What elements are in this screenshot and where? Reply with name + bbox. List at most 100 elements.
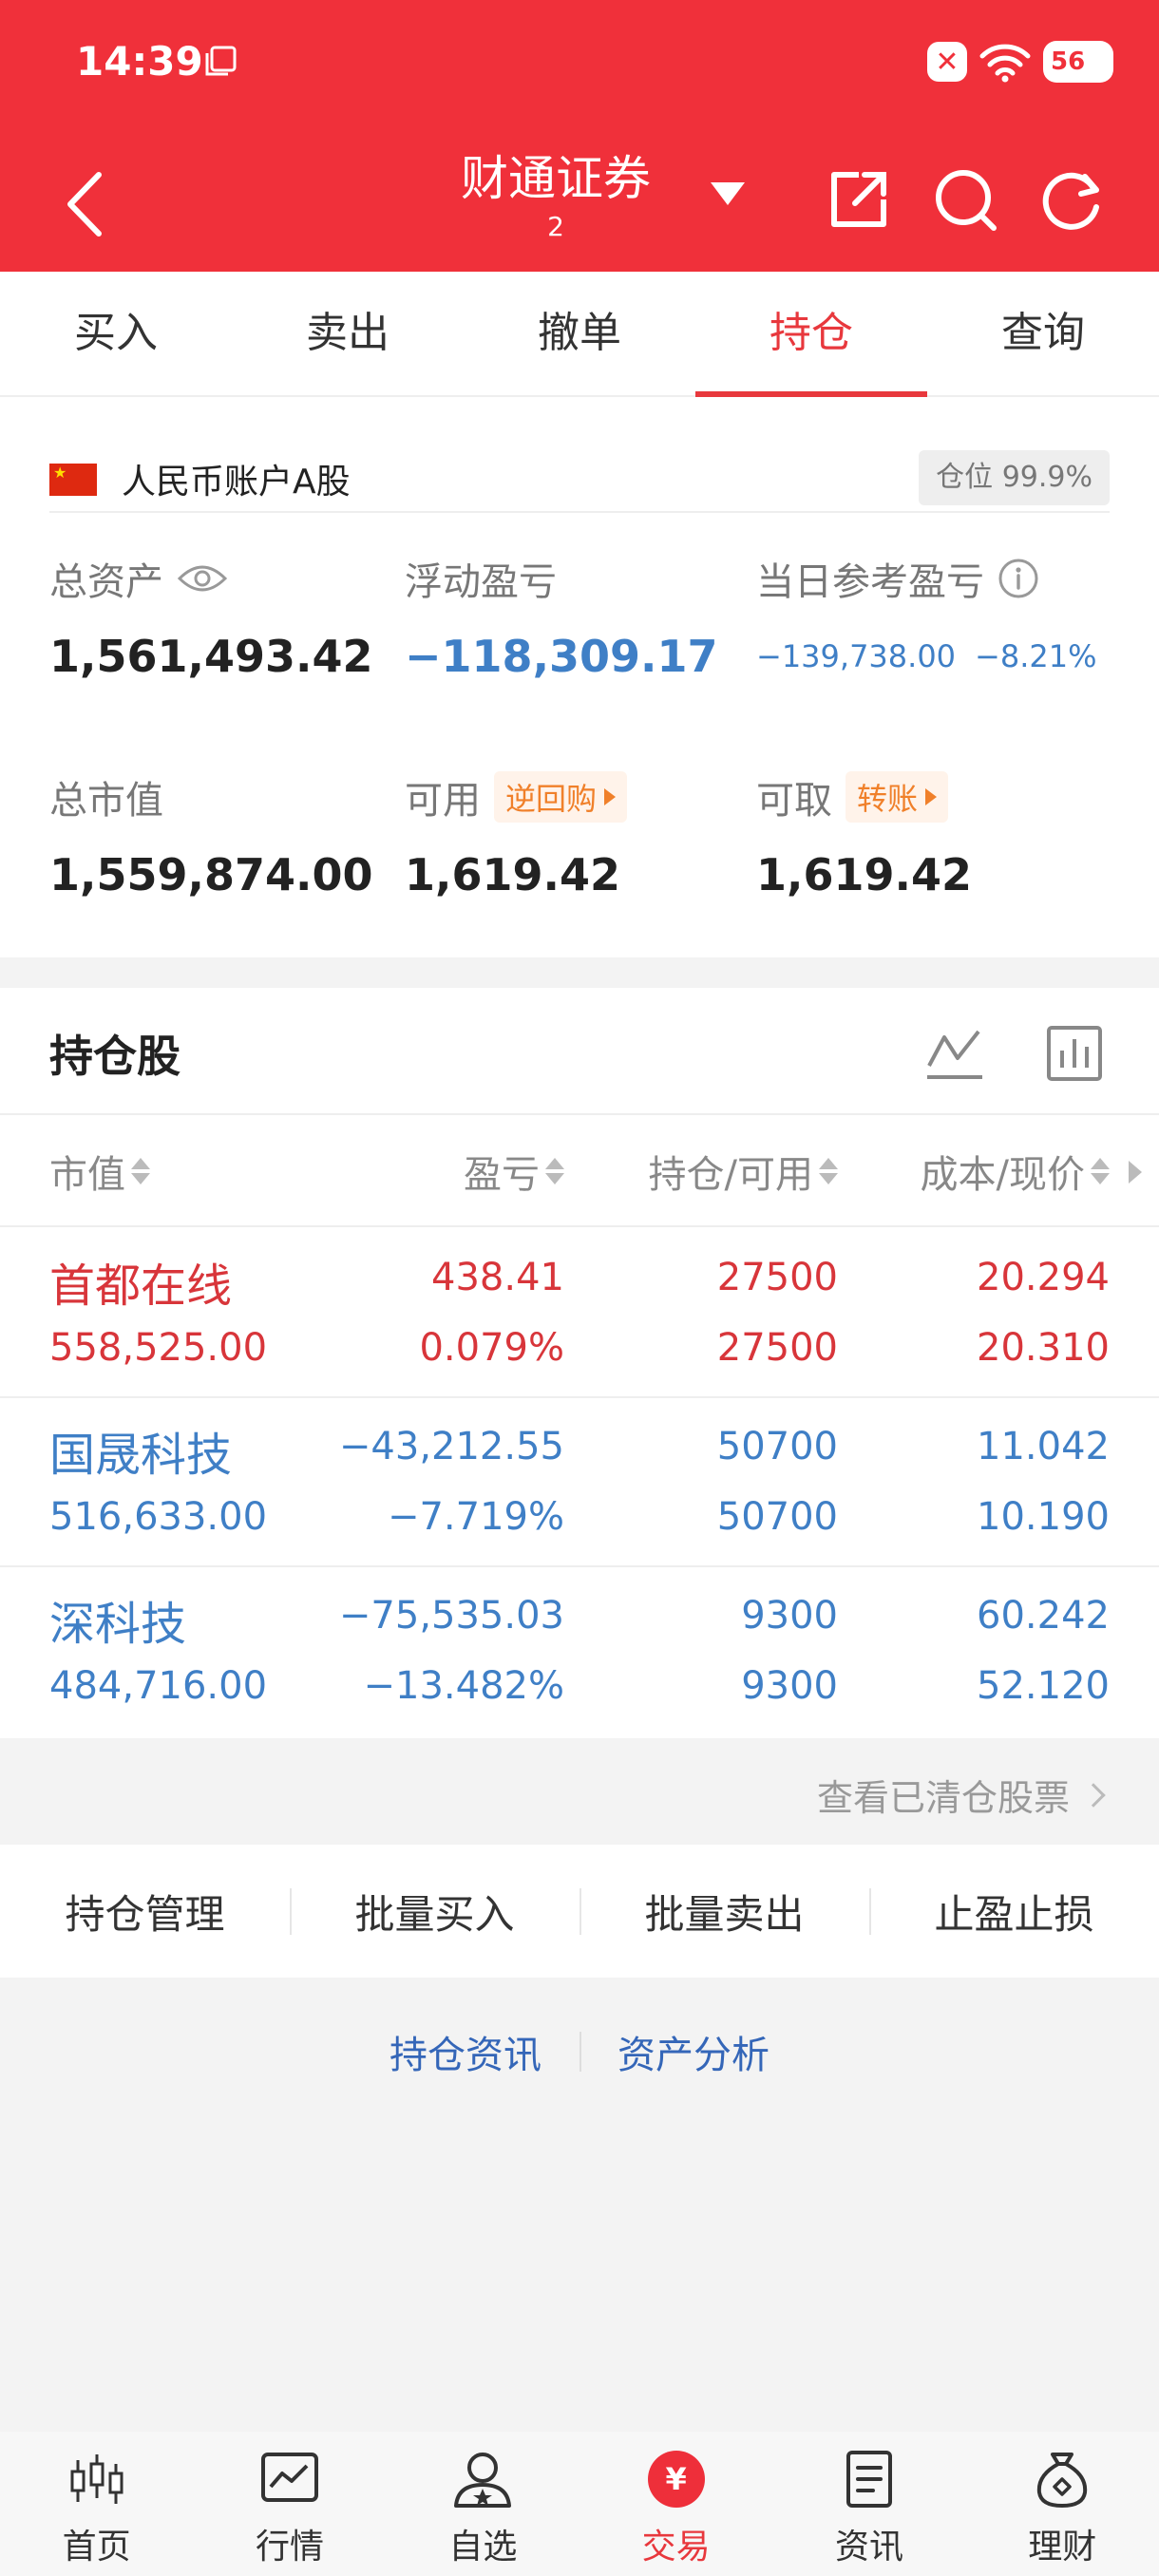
holdings-section: 持仓股 市值 盈亏 持仓/可用 成本/现价 首都在线 558,525.00 43… <box>0 988 1159 1738</box>
user-star-icon <box>454 2453 512 2508</box>
sort-icon <box>545 1158 564 1184</box>
tab-cancel-order[interactable]: 撤单 <box>464 272 695 395</box>
sort-icon <box>819 1158 838 1184</box>
candlestick-icon <box>70 2454 124 2504</box>
holding-news-link[interactable]: 持仓资讯 <box>352 2024 580 2079</box>
batch-sell-button[interactable]: 批量卖出 <box>580 1883 869 1941</box>
eye-icon[interactable] <box>177 561 228 596</box>
scroll-right-icon[interactable] <box>1129 1161 1142 1184</box>
holdings-title: 持仓股 <box>49 1031 180 1082</box>
info-icon[interactable] <box>998 558 1039 599</box>
status-icons: ✕ 56 <box>927 38 1113 85</box>
stock-pl: 438.41 <box>431 1256 564 1299</box>
nav-trade-label: 交易 <box>641 2528 711 2567</box>
tab-sell[interactable]: 卖出 <box>232 272 464 395</box>
search-icon[interactable] <box>927 161 1003 237</box>
share-icon[interactable] <box>821 161 897 237</box>
floating-pl: 浮动盈亏 −118,309.17 <box>405 551 718 682</box>
tab-buy[interactable]: 买入 <box>0 272 232 395</box>
view-cleared-label: 查看已清仓股票 <box>816 1777 1070 1819</box>
yen-icon: ¥ <box>647 2451 705 2508</box>
nav-trade[interactable]: ¥ 交易 <box>580 2432 772 2576</box>
stock-price: 52.120 <box>977 1664 1110 1708</box>
footer-links: 持仓资讯 资产分析 <box>0 2023 1159 2080</box>
stock-pl-percent: 0.079% <box>419 1326 564 1370</box>
batch-buy-button[interactable]: 批量买入 <box>290 1883 580 1941</box>
reverse-repo-label: 逆回购 <box>505 781 598 817</box>
wifi-icon <box>979 44 1031 83</box>
tab-positions[interactable]: 持仓 <box>695 272 927 397</box>
floating-pl-label: 浮动盈亏 <box>405 560 557 604</box>
withdrawable-value: 1,619.42 <box>756 849 972 900</box>
stop-profit-loss-button[interactable]: 止盈止损 <box>869 1883 1159 1941</box>
stock-available: 9300 <box>741 1664 838 1708</box>
stock-name: 首都在线 <box>49 1260 233 1313</box>
transfer-button[interactable]: 转账 <box>846 771 949 823</box>
account-row: ★ 人民币账户A股 仓位 99.9% <box>49 426 1110 513</box>
holding-actions: 持仓管理 批量买入 批量卖出 止盈止损 <box>0 1845 1159 1978</box>
available-value: 1,619.42 <box>405 849 620 900</box>
caret-right-icon <box>925 788 938 805</box>
battery-indicator: 56 <box>1043 41 1113 83</box>
screen-copy-icon <box>205 46 237 76</box>
daily-pl-label: 当日参考盈亏 <box>756 560 984 604</box>
bottom-nav: 首页 行情 自选 ¥ 交易 资讯 理财 <box>0 2432 1159 2576</box>
caret-right-icon <box>604 788 617 805</box>
tab-query[interactable]: 查询 <box>927 272 1159 395</box>
nav-home[interactable]: 首页 <box>0 2432 193 2576</box>
table-row[interactable]: 首都在线 558,525.00 438.41 0.079% 27500 2750… <box>0 1229 1159 1398</box>
col-cost-price[interactable]: 成本/现价 <box>921 1144 1110 1199</box>
cleared-stocks-bar: 查看已清仓股票 <box>0 1738 1159 1843</box>
nav-market[interactable]: 行情 <box>193 2432 386 2576</box>
trade-tabs: 买入 卖出 撤单 持仓 查询 <box>0 272 1159 397</box>
stock-cost: 20.294 <box>977 1256 1110 1299</box>
money-bag-icon <box>1037 2453 1088 2508</box>
table-row[interactable]: 深科技 484,716.00 −75,535.03 −13.482% 9300 … <box>0 1567 1159 1736</box>
reverse-repo-button[interactable]: 逆回购 <box>494 771 628 823</box>
view-cleared-stocks-link[interactable]: 查看已清仓股票 <box>816 1769 1106 1821</box>
stock-name: 深科技 <box>49 1598 187 1651</box>
chevron-right-icon <box>1081 1782 1106 1808</box>
line-chart-icon[interactable] <box>923 1022 986 1085</box>
dropdown-caret-icon[interactable] <box>707 179 749 207</box>
col-market-value-label: 市值 <box>49 1153 125 1197</box>
holdings-column-header: 市值 盈亏 持仓/可用 成本/现价 <box>0 1113 1159 1227</box>
table-row[interactable]: 国晟科技 516,633.00 −43,212.55 −7.719% 50700… <box>0 1398 1159 1567</box>
floating-pl-value: −118,309.17 <box>405 631 718 682</box>
stock-market-value: 558,525.00 <box>49 1326 268 1370</box>
stock-position: 27500 <box>716 1256 838 1299</box>
col-position[interactable]: 持仓/可用 <box>649 1144 838 1199</box>
nav-wealth[interactable]: 理财 <box>966 2432 1159 2576</box>
col-market-value[interactable]: 市值 <box>49 1144 150 1199</box>
available-funds: 可用 逆回购 1,619.42 <box>405 769 628 900</box>
nav-news[interactable]: 资讯 <box>772 2432 965 2576</box>
stock-pl: −75,535.03 <box>338 1594 564 1638</box>
daily-pl: 当日参考盈亏 −139,738.00 −8.21% <box>756 551 1097 675</box>
chart-icon <box>260 2453 318 2502</box>
total-assets-value: 1,561,493.42 <box>49 631 373 682</box>
nav-watchlist[interactable]: 自选 <box>387 2432 580 2576</box>
account-summary: ★ 人民币账户A股 仓位 99.9% 总资产 1,561,493.42 浮动盈亏… <box>0 397 1159 957</box>
nav-news-label: 资讯 <box>834 2528 903 2567</box>
col-pl[interactable]: 盈亏 <box>464 1144 564 1199</box>
account-name[interactable]: 人民币账户A股 <box>122 454 351 503</box>
transfer-label: 转账 <box>857 781 919 817</box>
stock-available: 27500 <box>716 1326 838 1370</box>
status-time: 14:39 <box>76 38 203 85</box>
manage-positions-button[interactable]: 持仓管理 <box>0 1883 290 1941</box>
total-assets: 总资产 1,561,493.42 <box>49 551 373 682</box>
china-flag-icon: ★ <box>49 464 97 496</box>
market-value: 总市值 1,559,874.00 <box>49 769 373 900</box>
stock-pl: −43,212.55 <box>338 1425 564 1468</box>
refresh-icon[interactable] <box>1034 161 1110 237</box>
nav-bar: 财通证券 2 <box>0 133 1159 272</box>
sort-icon <box>1091 1158 1110 1184</box>
asset-analysis-link[interactable]: 资产分析 <box>580 2024 808 2079</box>
stock-pl-percent: −13.482% <box>363 1664 564 1708</box>
nav-watchlist-label: 自选 <box>448 2528 518 2567</box>
stock-name: 国晟科技 <box>49 1429 233 1482</box>
document-icon <box>846 2451 892 2508</box>
bar-chart-icon[interactable] <box>1043 1022 1106 1085</box>
status-bar: 14:39 ✕ 56 <box>0 0 1159 133</box>
position-ratio-badge: 仓位 99.9% <box>919 450 1110 505</box>
